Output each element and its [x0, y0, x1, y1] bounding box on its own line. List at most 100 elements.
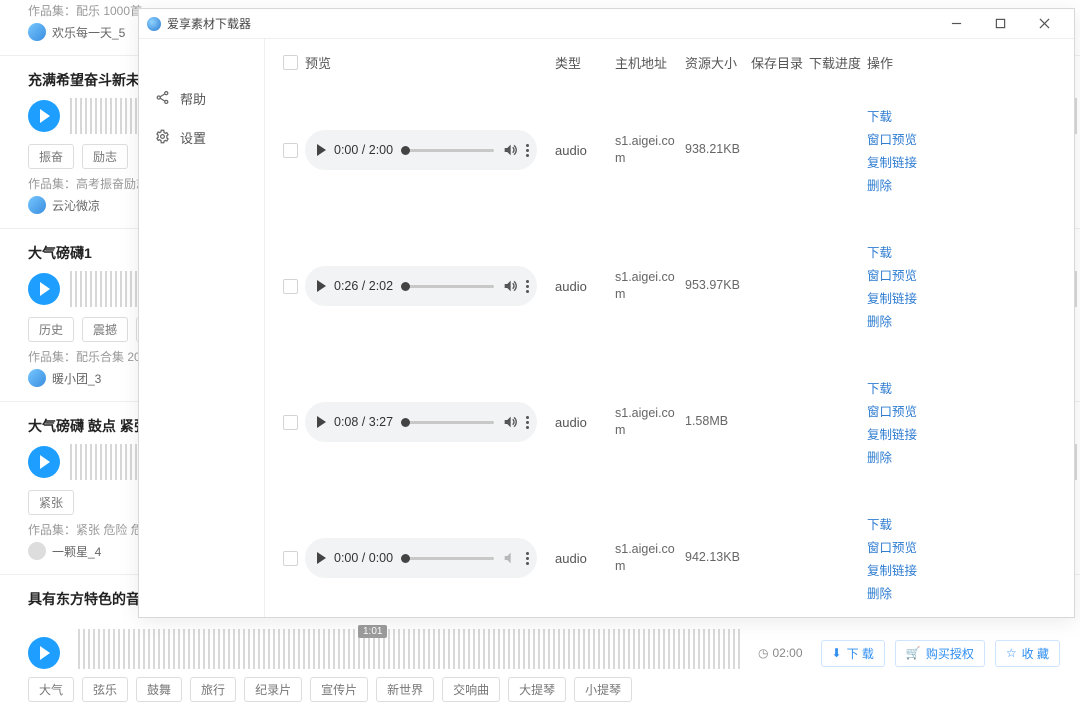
tag[interactable]: 纪录片 [244, 677, 302, 702]
type-cell: audio [555, 279, 615, 294]
host-cell: s1.aigei.com [615, 405, 685, 440]
tag[interactable]: 旅行 [190, 677, 236, 702]
size-cell: 942.13KB [685, 549, 751, 567]
seek-bar[interactable] [401, 285, 494, 288]
author-name: 暖小团_3 [52, 370, 101, 387]
action-download[interactable]: 下载 [867, 242, 925, 261]
bottom-panel: 1:01 ◷02:00 ⬇下 载 🛒购买授权 ☆收 藏 大气弦乐鼓舞旅行纪录片宣… [28, 629, 1060, 702]
tag[interactable]: 震撼 [82, 317, 128, 342]
download-table: 预览 类型 主机地址 资源大小 保存目录 下载进度 操作 0:00 / 2:00… [265, 39, 1074, 617]
play-icon[interactable] [317, 280, 326, 292]
play-button[interactable] [28, 446, 60, 478]
seek-bar[interactable] [401, 421, 494, 424]
play-button[interactable] [28, 273, 60, 305]
avatar [28, 196, 46, 214]
star-icon: ☆ [1006, 646, 1017, 660]
size-cell: 938.21KB [685, 141, 751, 159]
type-cell: audio [555, 415, 615, 430]
bottom-tag-row: 大气弦乐鼓舞旅行纪录片宣传片新世界交响曲大提琴小提琴 [28, 677, 1060, 702]
tag[interactable]: 大气 [28, 677, 74, 702]
host-cell: s1.aigei.com [615, 133, 685, 168]
action-download[interactable]: 下载 [867, 378, 925, 397]
row-checkbox[interactable] [283, 279, 298, 294]
tag[interactable]: 宣传片 [310, 677, 368, 702]
app-icon [147, 17, 161, 31]
volume-icon[interactable] [502, 278, 518, 294]
volume-icon[interactable] [502, 142, 518, 158]
time-marker: 1:01 [358, 625, 387, 638]
row-checkbox[interactable] [283, 415, 298, 430]
favorite-button[interactable]: ☆收 藏 [995, 640, 1060, 667]
more-icon[interactable] [526, 552, 529, 565]
col-actions: 操作 [867, 53, 925, 72]
download-icon: ⬇ [832, 646, 842, 660]
select-all-checkbox[interactable] [283, 55, 298, 70]
size-cell: 953.97KB [685, 277, 751, 295]
play-icon[interactable] [317, 144, 326, 156]
tag[interactable]: 小提琴 [574, 677, 632, 702]
action-window-preview[interactable]: 窗口预览 [867, 265, 925, 284]
table-row: 0:00 / 0:00 audio s1.aigei.com 942.13KB … [275, 490, 1050, 617]
actions-cell: 下载 窗口预览 复制链接 删除 [867, 378, 925, 466]
row-checkbox[interactable] [283, 551, 298, 566]
audio-player[interactable]: 0:08 / 3:27 [305, 402, 537, 442]
table-row: 0:00 / 2:00 audio s1.aigei.com 938.21KB … [275, 82, 1050, 218]
maximize-button[interactable] [978, 9, 1022, 39]
col-host: 主机地址 [615, 53, 685, 72]
action-copy-link[interactable]: 复制链接 [867, 424, 925, 443]
action-copy-link[interactable]: 复制链接 [867, 152, 925, 171]
col-preview: 预览 [305, 53, 555, 72]
sidebar-item-label: 设置 [180, 128, 206, 147]
action-window-preview[interactable]: 窗口预览 [867, 129, 925, 148]
avatar [28, 23, 46, 41]
play-icon[interactable] [317, 416, 326, 428]
play-icon[interactable] [317, 552, 326, 564]
sidebar-item-help[interactable]: 帮助 [139, 79, 264, 118]
tag[interactable]: 励志 [82, 144, 128, 169]
volume-icon[interactable] [502, 414, 518, 430]
action-download[interactable]: 下载 [867, 514, 925, 533]
seek-bar[interactable] [401, 557, 494, 560]
action-window-preview[interactable]: 窗口预览 [867, 537, 925, 556]
action-delete[interactable]: 删除 [867, 583, 925, 602]
tag[interactable]: 振奋 [28, 144, 74, 169]
more-icon[interactable] [526, 144, 529, 157]
more-icon[interactable] [526, 280, 529, 293]
tag[interactable]: 鼓舞 [136, 677, 182, 702]
play-button[interactable] [28, 637, 60, 669]
waveform [78, 629, 740, 669]
audio-player[interactable]: 0:00 / 0:00 [305, 538, 537, 578]
tag[interactable]: 弦乐 [82, 677, 128, 702]
volume-icon[interactable] [502, 550, 518, 566]
col-type: 类型 [555, 53, 615, 72]
titlebar[interactable]: 爱享素材下载器 [139, 9, 1074, 39]
action-copy-link[interactable]: 复制链接 [867, 288, 925, 307]
close-button[interactable] [1022, 9, 1066, 39]
audio-player[interactable]: 0:00 / 2:00 [305, 130, 537, 170]
action-download[interactable]: 下载 [867, 106, 925, 125]
seek-bar[interactable] [401, 149, 494, 152]
download-button[interactable]: ⬇下 载 [821, 640, 885, 667]
tag[interactable]: 交响曲 [442, 677, 500, 702]
minimize-button[interactable] [934, 9, 978, 39]
sidebar: 帮助 设置 [139, 39, 265, 617]
action-copy-link[interactable]: 复制链接 [867, 560, 925, 579]
actions-cell: 下载 窗口预览 复制链接 删除 [867, 242, 925, 330]
time-label: 0:00 / 0:00 [334, 551, 393, 565]
audio-player[interactable]: 0:26 / 2:02 [305, 266, 537, 306]
more-icon[interactable] [526, 416, 529, 429]
tag[interactable]: 紧张 [28, 490, 74, 515]
action-delete[interactable]: 删除 [867, 447, 925, 466]
buy-license-button[interactable]: 🛒购买授权 [895, 640, 985, 667]
tag[interactable]: 新世界 [376, 677, 434, 702]
action-delete[interactable]: 删除 [867, 311, 925, 330]
tag[interactable]: 大提琴 [508, 677, 566, 702]
action-window-preview[interactable]: 窗口预览 [867, 401, 925, 420]
play-button[interactable] [28, 100, 60, 132]
action-delete[interactable]: 删除 [867, 175, 925, 194]
row-checkbox[interactable] [283, 143, 298, 158]
col-dir: 保存目录 [751, 53, 809, 72]
tag[interactable]: 历史 [28, 317, 74, 342]
sidebar-item-settings[interactable]: 设置 [139, 118, 264, 157]
share-icon [155, 90, 170, 108]
